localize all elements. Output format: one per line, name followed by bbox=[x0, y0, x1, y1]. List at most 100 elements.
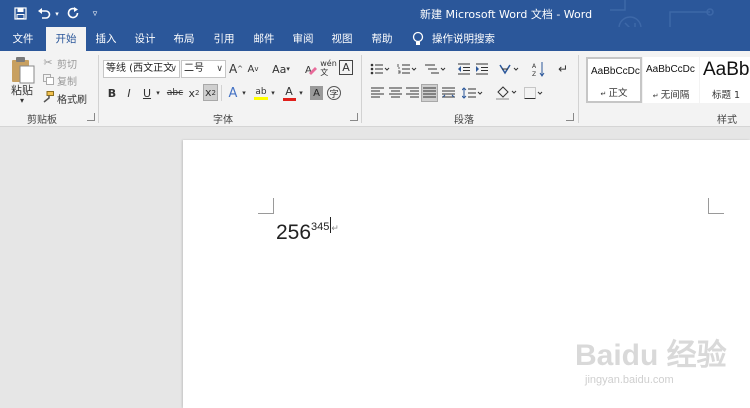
text-effects-dropdown-icon[interactable]: ▾ bbox=[240, 85, 248, 101]
show-marks-icon[interactable]: ↵ bbox=[556, 60, 570, 78]
tab-help[interactable]: 帮助 bbox=[365, 27, 399, 51]
text-effects-button[interactable]: A bbox=[226, 85, 240, 101]
paragraph-launcher-icon[interactable] bbox=[566, 113, 574, 121]
copy-button[interactable]: 复制 bbox=[57, 73, 77, 88]
subscript-button[interactable]: x2 bbox=[187, 85, 201, 101]
highlight-button[interactable]: ab bbox=[253, 83, 269, 103]
font-name-value: 等线 (西文正文 bbox=[106, 63, 174, 74]
underline-button[interactable]: U bbox=[140, 85, 154, 101]
base-number: 256 bbox=[276, 221, 312, 244]
style-normal[interactable]: AaBbCcDc ↵ 正文 bbox=[586, 57, 642, 103]
align-center-icon[interactable] bbox=[387, 85, 403, 101]
font-size-combo[interactable]: 二号 ∨ bbox=[181, 60, 226, 78]
tab-insert[interactable]: 插入 bbox=[89, 27, 123, 51]
tab-view[interactable]: 视图 bbox=[325, 27, 359, 51]
borders-icon[interactable] bbox=[523, 85, 547, 101]
style-heading-1[interactable]: AaBb 标题 1 bbox=[700, 57, 750, 103]
font-color-dropdown-icon[interactable]: ▾ bbox=[297, 85, 305, 101]
font-size-value: 二号 bbox=[184, 63, 204, 74]
tab-home[interactable]: 开始 bbox=[46, 27, 86, 51]
customize-dropdown-icon[interactable]: ▿ bbox=[89, 4, 101, 23]
clipboard-launcher-icon[interactable] bbox=[87, 113, 95, 121]
style-sample: AaBb bbox=[703, 59, 750, 80]
align-right-icon[interactable] bbox=[404, 85, 420, 101]
bold-button[interactable]: B bbox=[105, 85, 119, 101]
font-color-label: A bbox=[285, 85, 293, 98]
tab-review[interactable]: 审阅 bbox=[286, 27, 320, 51]
paragraph-mark-icon: ↵ bbox=[331, 223, 339, 233]
ribbon: 粘贴 ▾ ✂ 剪切 复制 格式刷 剪贴板 等线 (西文正文 ∨ 二号 ∨ A ^ … bbox=[0, 51, 750, 127]
format-painter-button[interactable]: 格式刷 bbox=[57, 91, 87, 106]
title-bar: ▾ ▿ 新建 Microsoft Word 文档 - Word bbox=[0, 0, 750, 46]
highlight-label: ab bbox=[255, 86, 267, 97]
tab-file[interactable]: 文件 bbox=[4, 27, 42, 51]
style-sample: AaBbCcDc bbox=[591, 66, 640, 77]
paragraph-group-label: 段落 bbox=[454, 115, 474, 126]
sort-icon[interactable]: AZ bbox=[531, 60, 547, 78]
chevron-down-icon: ∨ bbox=[216, 64, 223, 74]
distributed-icon[interactable] bbox=[440, 85, 456, 101]
cut-button[interactable]: 剪切 bbox=[57, 56, 77, 71]
chinese-layout-icon[interactable] bbox=[498, 61, 522, 77]
enclose-characters-icon[interactable]: 字 bbox=[327, 86, 341, 100]
style-name: ↵ 正文 bbox=[600, 88, 628, 99]
ribbon-tab-bar: 文件 开始 插入 设计 布局 引用 邮件 审阅 视图 帮助 操作说明搜索 bbox=[0, 27, 750, 51]
undo-dropdown-icon[interactable]: ▾ bbox=[53, 4, 61, 23]
watermark-logo: Baidu 经验 bbox=[575, 339, 727, 372]
tab-mailings[interactable]: 邮件 bbox=[247, 27, 281, 51]
lightbulb-icon bbox=[412, 31, 426, 47]
tab-layout[interactable]: 布局 bbox=[167, 27, 201, 51]
paste-dropdown-icon[interactable]: ▾ bbox=[20, 96, 24, 105]
tab-references[interactable]: 引用 bbox=[207, 27, 241, 51]
margin-corner-mark bbox=[708, 198, 724, 214]
character-border-icon[interactable]: A bbox=[339, 60, 353, 75]
grow-font-label: A bbox=[228, 62, 238, 76]
increase-indent-icon[interactable] bbox=[474, 61, 490, 77]
tab-design[interactable]: 设计 bbox=[128, 27, 162, 51]
numbering-icon[interactable] bbox=[396, 61, 418, 77]
line-spacing-icon[interactable] bbox=[461, 85, 485, 101]
phonetic-guide-icon[interactable]: wén 文 bbox=[320, 58, 337, 78]
shrink-font-button[interactable]: Av bbox=[246, 60, 260, 78]
svg-text:Z: Z bbox=[532, 71, 536, 77]
font-color-swatch bbox=[282, 98, 296, 101]
strikethrough-button[interactable]: abc bbox=[166, 85, 184, 101]
font-launcher-icon[interactable] bbox=[350, 113, 358, 121]
italic-button[interactable]: I bbox=[122, 85, 136, 101]
format-painter-icon[interactable] bbox=[42, 91, 54, 103]
tell-me-search[interactable]: 操作说明搜索 bbox=[432, 27, 496, 51]
highlight-dropdown-icon[interactable]: ▾ bbox=[269, 85, 277, 101]
superscript-number: 345 bbox=[311, 221, 330, 233]
svg-text:A: A bbox=[532, 63, 537, 70]
underline-dropdown-icon[interactable]: ▾ bbox=[154, 85, 162, 101]
change-case-button[interactable]: Aa ▾ bbox=[271, 60, 291, 78]
chevron-down-icon: ∨ bbox=[170, 64, 177, 74]
save-icon[interactable] bbox=[10, 4, 30, 23]
multilevel-list-icon[interactable] bbox=[423, 61, 447, 77]
font-color-button[interactable]: A bbox=[282, 83, 296, 103]
style-name: 标题 1 bbox=[712, 90, 741, 101]
redo-icon[interactable] bbox=[64, 4, 82, 23]
cut-icon[interactable]: ✂ bbox=[42, 56, 54, 69]
copy-icon[interactable] bbox=[42, 73, 54, 85]
font-name-combo[interactable]: 等线 (西文正文 ∨ bbox=[103, 60, 180, 78]
grow-font-button[interactable]: A ^ bbox=[229, 60, 243, 78]
watermark: Baidu 经验 jingyan.baidu.com bbox=[575, 330, 745, 400]
align-left-icon[interactable] bbox=[369, 85, 385, 101]
shrink-font-label: A bbox=[247, 63, 255, 75]
superscript-button[interactable]: x2 bbox=[203, 84, 218, 101]
shading-icon[interactable] bbox=[495, 84, 519, 102]
decrease-indent-icon[interactable] bbox=[456, 61, 472, 77]
clipboard-group-label: 剪贴板 bbox=[27, 115, 57, 126]
font-group-label: 字体 bbox=[213, 115, 233, 126]
change-case-label: Aa bbox=[272, 62, 287, 76]
document-text[interactable]: 256345 ↵ bbox=[276, 217, 339, 245]
justify-icon[interactable] bbox=[421, 84, 438, 102]
character-shading-button[interactable]: A bbox=[310, 86, 323, 100]
bullets-icon[interactable] bbox=[369, 61, 391, 77]
style-no-spacing[interactable]: AaBbCcDc ↵ 无间隔 bbox=[643, 57, 699, 103]
undo-icon[interactable] bbox=[36, 4, 52, 23]
clear-formatting-icon[interactable]: A bbox=[304, 60, 318, 78]
style-sample: AaBbCcDc bbox=[646, 64, 695, 75]
group-separator bbox=[578, 55, 579, 123]
